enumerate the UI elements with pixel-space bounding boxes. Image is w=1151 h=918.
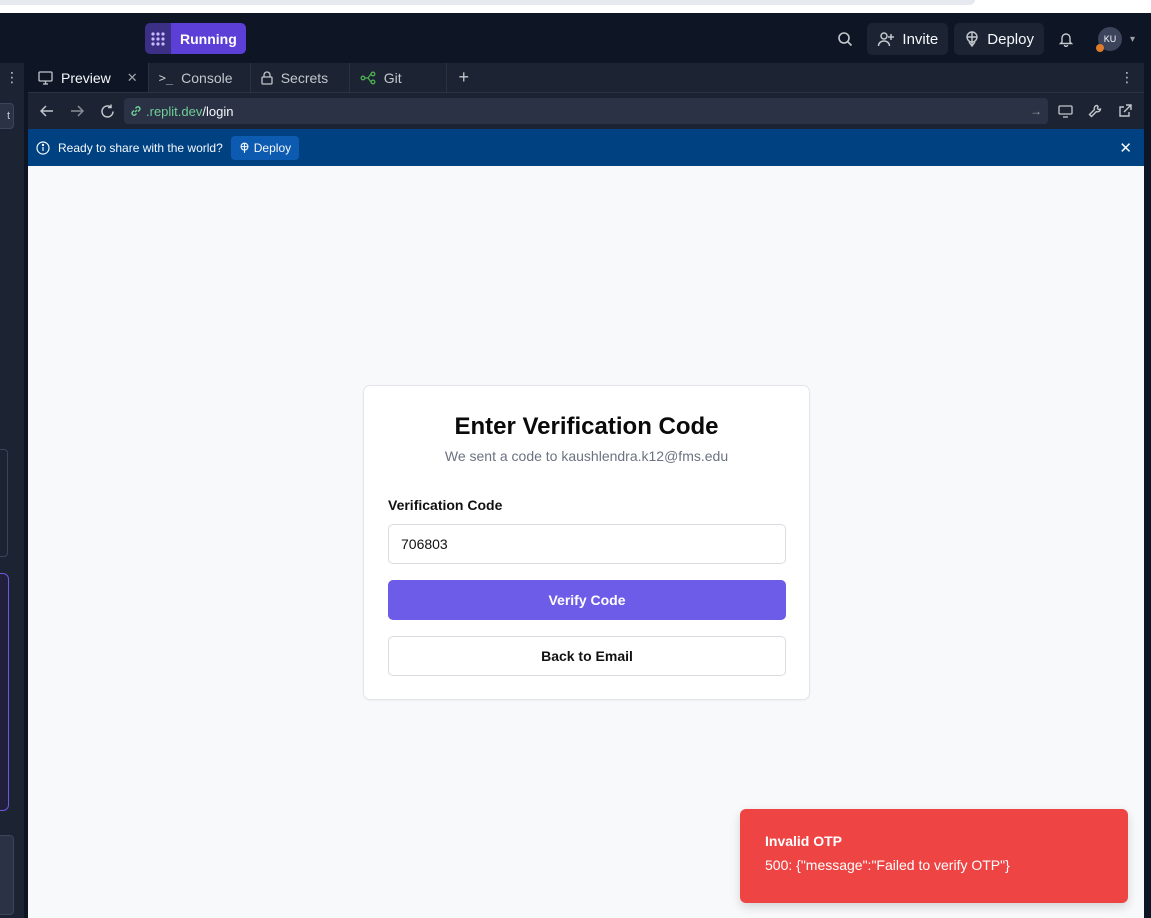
top-bar: Running Invite Deploy KU ▾ <box>0 13 1151 63</box>
tab-label: Preview <box>61 69 111 86</box>
sidebar-agent-panel <box>0 573 9 811</box>
forward-arrow-icon[interactable] <box>64 98 90 124</box>
avatar[interactable]: KU <box>1095 27 1122 52</box>
url-input[interactable]: .replit.dev/login → <box>124 98 1048 124</box>
toast-title: Invalid OTP <box>765 833 843 849</box>
deploy-label: Deploy <box>987 30 1034 48</box>
url-path: /login <box>202 103 234 119</box>
avatar-initials: KU <box>1103 34 1117 44</box>
avatar-status-dot <box>1095 44 1104 52</box>
tab-bar: Preview ✕ >_ Console Secrets Git + ⋮ <box>28 63 1144 93</box>
deploy-banner: Ready to share with the world? Deploy ✕ <box>28 129 1144 166</box>
error-toast[interactable]: Invalid OTP 500: {"message":"Failed to v… <box>740 809 1128 903</box>
url-host: .replit.dev <box>146 103 203 119</box>
preview-pane: Preview ✕ >_ Console Secrets Git + ⋮ .re… <box>28 63 1144 918</box>
tab-label: Git <box>383 69 402 86</box>
url-bar: .replit.dev/login → <box>28 93 1144 129</box>
close-icon[interactable]: ✕ <box>127 70 138 86</box>
verification-code-label: Verification Code <box>388 497 503 513</box>
deploy-icon <box>240 142 249 153</box>
run-label: Running <box>171 23 246 54</box>
monitor-icon <box>38 70 53 85</box>
add-user-icon <box>878 32 895 47</box>
wrench-icon[interactable] <box>1082 98 1108 124</box>
toast-message: 500: {"message":"Failed to verify OTP"} <box>765 857 1010 873</box>
link-icon <box>131 106 141 116</box>
run-icon <box>145 23 171 54</box>
left-sidebar: ⋮ t <box>0 63 24 918</box>
banner-deploy-label: Deploy <box>253 140 292 155</box>
sidebar-button[interactable]: t <box>0 103 14 129</box>
deploy-icon <box>966 31 978 47</box>
tab-secrets[interactable]: Secrets <box>251 63 350 92</box>
tab-label: Console <box>181 69 233 86</box>
back-to-email-button[interactable]: Back to Email <box>388 636 786 676</box>
tab-git[interactable]: Git <box>350 63 447 92</box>
sidebar-panel <box>0 449 8 557</box>
search-icon[interactable] <box>829 23 861 55</box>
tab-label: Secrets <box>280 69 329 86</box>
invite-label: Invite <box>902 30 939 48</box>
kebab-menu-icon[interactable]: ⋮ <box>1120 69 1134 86</box>
tab-preview[interactable]: Preview ✕ <box>28 63 149 92</box>
page-title: Enter Verification Code <box>454 413 719 440</box>
run-button[interactable]: Running <box>145 23 246 54</box>
git-icon <box>360 71 376 84</box>
reload-icon[interactable] <box>94 98 120 124</box>
sidebar-input-panel[interactable] <box>0 835 14 915</box>
lock-icon <box>261 70 273 85</box>
external-link-icon[interactable] <box>1112 98 1138 124</box>
kebab-menu-icon[interactable]: ⋮ <box>5 69 19 86</box>
bell-icon[interactable] <box>1050 23 1082 55</box>
verify-code-button[interactable]: Verify Code <box>388 580 786 620</box>
top-right-actions: Invite Deploy KU ▾ <box>829 23 1135 55</box>
verification-code-input[interactable]: 706803 <box>388 524 786 564</box>
right-edge <box>1144 63 1151 918</box>
add-tab-icon[interactable]: + <box>447 63 481 92</box>
back-arrow-icon[interactable] <box>34 98 60 124</box>
invite-button[interactable]: Invite <box>867 23 949 55</box>
banner-text: Ready to share with the world? <box>58 140 223 155</box>
page-subtitle: We sent a code to kaushlendra.k12@fms.ed… <box>444 448 729 464</box>
terminal-icon: >_ <box>158 70 174 85</box>
verification-card: Enter Verification Code We sent a code t… <box>363 385 810 700</box>
banner-deploy-button[interactable]: Deploy <box>230 135 300 160</box>
deploy-button[interactable]: Deploy <box>954 23 1044 55</box>
close-icon[interactable]: ✕ <box>1119 139 1132 157</box>
chevron-down-icon[interactable]: ▾ <box>1130 34 1135 45</box>
preview-viewport: Enter Verification Code We sent a code t… <box>28 166 1144 918</box>
tab-console[interactable]: >_ Console <box>149 63 251 92</box>
devices-icon[interactable] <box>1052 98 1078 124</box>
browser-address-area <box>0 0 975 5</box>
browser-top-strip <box>0 0 1151 13</box>
info-icon <box>36 140 50 155</box>
go-arrow-icon[interactable]: → <box>1030 104 1042 118</box>
